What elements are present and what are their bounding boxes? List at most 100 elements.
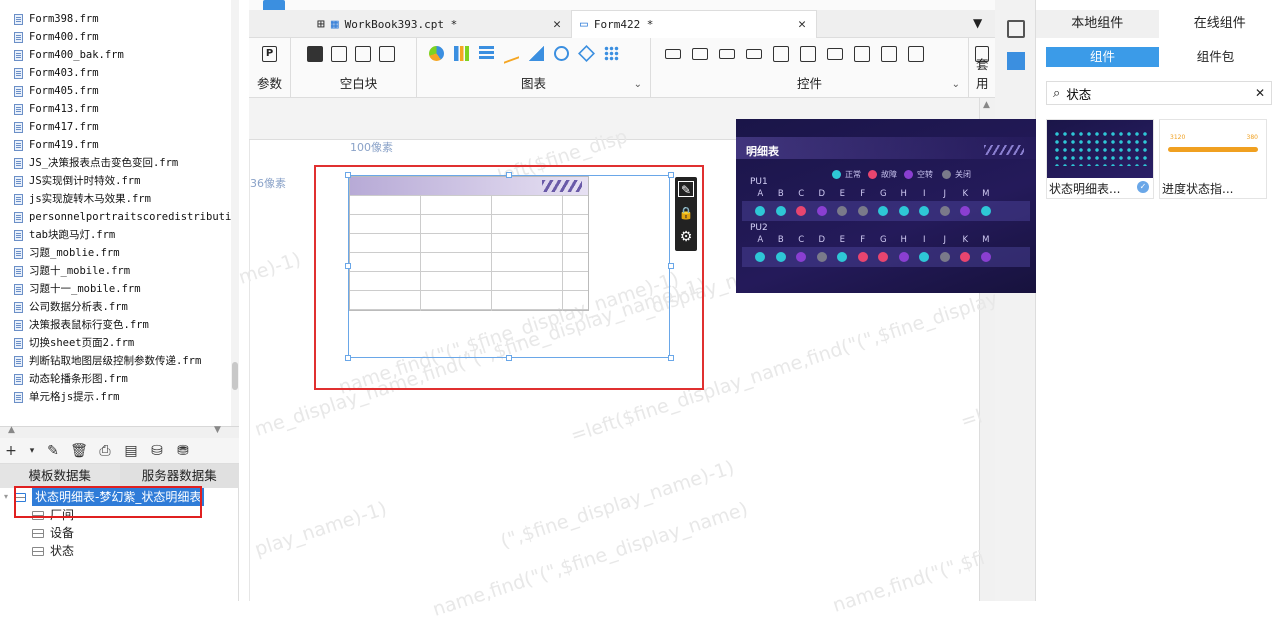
area-chart-icon[interactable] [529,46,544,61]
resize-handle[interactable] [668,263,674,269]
table-widget-preview[interactable] [349,176,589,311]
server-dataset-icon[interactable]: ⛁ [148,442,166,460]
number-icon[interactable] [827,48,843,60]
line-chart-icon[interactable] [504,43,519,63]
scrollbar-thumb[interactable] [232,362,238,390]
chevron-down-icon[interactable]: ⌄ [634,79,642,90]
label-icon[interactable] [692,48,708,60]
component-card-progress[interactable]: 3120 380 进度状态指... [1159,119,1267,199]
search-input[interactable] [1066,86,1249,101]
file-item[interactable]: JS_决策报表点击变色变回.frm [14,154,178,172]
radar-icon[interactable] [578,45,595,62]
tab-component-packages[interactable]: 组件包 [1159,47,1272,67]
date-icon[interactable] [800,46,816,62]
combo-icon[interactable] [773,46,789,62]
tree-field[interactable]: 状态 [32,542,74,560]
group-label: 空白块 [301,73,416,92]
file-icon [14,158,23,169]
preview-dataset-icon[interactable]: ⎙ [96,442,114,460]
file-item[interactable]: js实现旋转木马效果.frm [14,190,151,208]
resize-handle[interactable] [506,172,512,178]
bar-chart-icon[interactable] [454,46,469,61]
file-item[interactable]: 动态轮播条形图.frm [14,370,128,388]
file-item[interactable]: 习题十一_mobile.frm [14,280,141,298]
close-icon[interactable]: ✕ [553,17,561,32]
clear-icon[interactable]: ✕ [1255,86,1265,100]
file-item[interactable]: 公司数据分析表.frm [14,298,128,316]
param-icon[interactable]: P [262,46,277,62]
file-item[interactable]: Form405.frm [14,82,99,100]
file-item[interactable]: Form417.frm [14,118,99,136]
resize-handle[interactable] [345,172,351,178]
horizontal-bar-icon[interactable] [479,46,494,61]
blank-block-icon[interactable] [307,46,323,62]
pie-chart-icon[interactable] [429,46,444,61]
delete-icon[interactable]: 🗑 [70,442,88,460]
database-icon[interactable]: ⛃ [174,442,192,460]
tab-local-components[interactable]: 本地组件 [1036,10,1159,38]
collapse-down-icon[interactable]: ▼ [214,425,221,435]
file-item[interactable]: 习题_moblie.frm [14,244,120,262]
file-item[interactable]: personnelportraitscoredistributio [14,208,238,226]
text-field-icon[interactable] [665,49,681,59]
chevron-down-icon[interactable]: ▾ [28,442,36,460]
file-item[interactable]: 判断钻取地图层级控制参数传递.frm [14,352,201,370]
expand-icon[interactable]: ▾ [4,488,8,506]
tab-form422[interactable]: ▭ Form422 * ✕ [571,10,817,38]
gauge-icon[interactable] [554,46,569,61]
file-item[interactable]: tab块跑马灯.frm [14,226,115,244]
dataset-edit-icon[interactable]: ▤ [122,442,140,460]
file-item[interactable]: 单元格js提示.frm [14,388,119,406]
tab-block-icon[interactable] [355,46,371,62]
file-item[interactable]: 切换sheet页面2.frm [14,334,134,352]
status-dot [832,252,853,262]
template-file-list[interactable]: Form398.frmForm400.frmForm400_bak.frmFor… [0,0,239,426]
query-icon[interactable] [908,46,924,62]
tab-menu-icon[interactable]: ▼ [973,16,982,30]
tab-template-dataset[interactable]: 模板数据集 [0,464,120,488]
lock-icon[interactable]: 🔒 [678,205,694,221]
tab-workbook393[interactable]: ⊞ ▦ WorkBook393.cpt * ✕ [309,10,571,38]
panel-splitter[interactable]: ▲ ▼ [0,426,239,438]
file-item[interactable]: Form419.frm [14,136,99,154]
file-icon [14,266,23,277]
file-item[interactable]: 习题十_mobile.frm [14,262,130,280]
tab-components[interactable]: 组件 [1046,47,1159,67]
checkbox-group-icon[interactable] [881,46,897,62]
edit-widget-icon[interactable]: ✎ [678,181,694,197]
chevron-down-icon[interactable]: ⌄ [952,79,960,90]
button-icon[interactable] [719,49,735,59]
resize-handle[interactable] [345,355,351,361]
add-dataset-icon[interactable]: + [2,442,20,460]
dropdown-icon[interactable] [746,49,762,59]
resize-handle[interactable] [506,355,512,361]
scatter-icon[interactable] [604,46,619,61]
column-label: C [791,235,812,245]
file-item[interactable]: Form413.frm [14,100,99,118]
radio-group-icon[interactable] [854,46,870,62]
collapse-up-icon[interactable]: ▲ [8,425,15,435]
file-item[interactable]: Form398.frm [14,10,99,28]
scroll-up-icon[interactable]: ▲ [983,100,990,110]
component-card-status-table[interactable]: 状态明细表... ✓ [1046,119,1154,199]
settings-gear-icon[interactable]: ⚙ [678,229,694,245]
file-item[interactable]: JS实现倒计时特效.frm [14,172,140,190]
file-item[interactable]: 决策报表鼠标行变色.frm [14,316,149,334]
tab-server-dataset[interactable]: 服务器数据集 [120,464,240,488]
file-item[interactable]: Form403.frm [14,64,99,82]
edit-icon[interactable]: ✎ [44,442,62,460]
tab-online-components[interactable]: 在线组件 [1159,10,1281,38]
close-icon[interactable]: ✕ [798,17,806,32]
file-item[interactable]: Form400_bak.frm [14,46,124,64]
layout-icon[interactable] [331,46,347,62]
resize-handle[interactable] [668,355,674,361]
group-label: 图表 [417,73,650,92]
split-icon[interactable] [379,46,395,62]
resize-handle[interactable] [345,263,351,269]
file-item[interactable]: Form400.frm [14,28,99,46]
tree-field[interactable]: 设备 [32,524,74,542]
widget-settings-icon[interactable] [1007,20,1025,38]
component-library-icon[interactable] [1007,52,1025,70]
resize-handle[interactable] [668,172,674,178]
ribbon-group-blank: 空白块 [301,38,417,98]
